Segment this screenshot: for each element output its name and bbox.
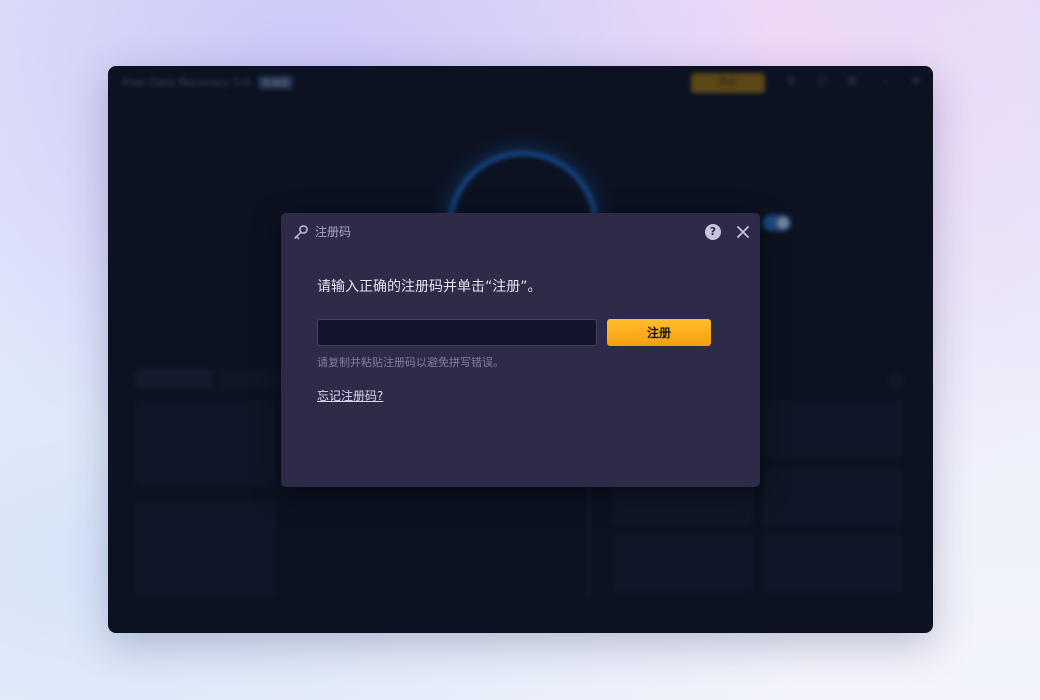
file-type-card (763, 534, 903, 592)
register-dialog: 注册码 ? 请输入正确的注册码并单击“注册”。 注册 请复制并粘贴注册码以避免拼… (281, 213, 760, 487)
upgrade-button: 购买 (691, 73, 765, 93)
background-toggle (763, 215, 791, 231)
feedback-icon: ☐ (816, 74, 828, 88)
forgot-code-link[interactable]: 忘记注册码? (317, 388, 383, 404)
dialog-instruction: 请输入正确的注册码并单击“注册”。 (317, 279, 542, 295)
help-icon[interactable]: ? (705, 224, 721, 240)
dialog-title: 注册码 (315, 225, 352, 239)
key-icon (294, 225, 308, 240)
minimize-icon: – (882, 74, 888, 88)
background-tab (135, 369, 213, 389)
registration-code-input[interactable] (317, 319, 597, 346)
file-type-card (763, 468, 903, 526)
app-title-text: Free Data Recovery 5.0 (122, 76, 251, 89)
close-icon[interactable] (735, 224, 751, 240)
add-location-card (135, 501, 275, 596)
dialog-header: 注册码 ? (281, 213, 760, 251)
refresh-icon (888, 373, 904, 389)
file-type-card (613, 534, 753, 592)
register-button[interactable]: 注册 (607, 319, 711, 346)
key-icon: ⚲ (786, 74, 796, 88)
app-title: Free Data Recovery 5.0 标准版 (122, 76, 294, 89)
paste-hint: 请复制并粘贴注册码以避免拼写错误。 (317, 356, 504, 369)
window-close-icon: ✕ (910, 74, 922, 88)
version-badge: 标准版 (258, 76, 294, 89)
settings-icon: ⚙ (846, 74, 858, 88)
file-type-card (763, 401, 903, 459)
background-tab-bar (135, 369, 305, 389)
drive-card (135, 401, 275, 486)
